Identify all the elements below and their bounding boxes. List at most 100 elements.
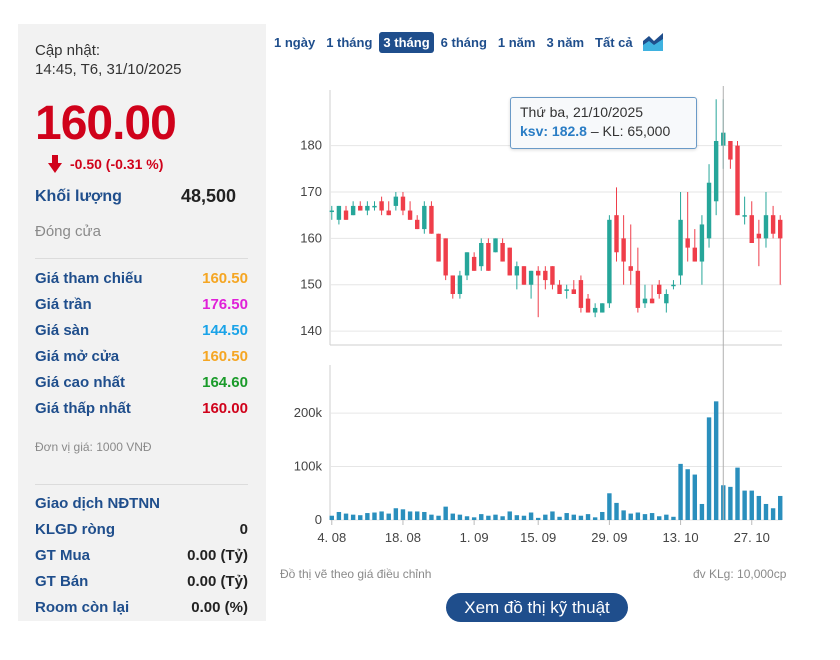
- candle-body: [450, 275, 455, 294]
- area-chart-icon[interactable]: [642, 33, 663, 51]
- volume-bar: [564, 513, 569, 520]
- arrow-down-icon: [48, 155, 62, 173]
- foreign-label: Room còn lại: [35, 598, 130, 616]
- stat-value: 160.50: [202, 269, 248, 287]
- x-tick-label: 15. 09: [520, 530, 556, 545]
- x-axis: 4. 08 18. 08 1. 09 15. 09 29. 09 13. 10 27. 10: [317, 520, 770, 545]
- volume-bars: [329, 401, 783, 520]
- candle-body: [350, 205, 356, 216]
- x-tick-label: 27. 10: [734, 530, 770, 545]
- stat-value: 160.50: [202, 347, 248, 365]
- volume-bar: [763, 503, 769, 520]
- volume-bar: [400, 509, 406, 520]
- x-tick-label: 13. 10: [662, 530, 698, 545]
- volume-bar: [471, 517, 477, 520]
- volume-bar: [514, 515, 520, 520]
- range-tabs: 1 ngày 1 tháng 3 tháng 6 tháng 1 năm 3 n…: [270, 30, 663, 54]
- x-tick-label: 29. 09: [591, 530, 627, 545]
- candle-body: [535, 270, 541, 276]
- volume-bar: [436, 515, 441, 520]
- volume-tick-label: 0: [315, 512, 322, 527]
- stat-value: 160.00: [202, 399, 248, 417]
- foreign-value: 0.00 (Tỷ): [187, 546, 248, 564]
- tab-1-day[interactable]: 1 ngày: [270, 32, 319, 53]
- last-price: 160.00: [35, 97, 177, 150]
- candle-body: [742, 215, 747, 217]
- price-axis: 140 150 160 170 180: [300, 138, 322, 338]
- volume-tick-label: 100k: [294, 459, 323, 474]
- tab-6-months[interactable]: 6 tháng: [437, 32, 491, 53]
- stat-label: Giá sàn: [35, 321, 90, 339]
- volume-bar: [336, 511, 342, 520]
- candle-body: [464, 252, 470, 276]
- candle-body: [763, 215, 769, 239]
- volume-bar: [464, 516, 470, 520]
- volume-bar: [592, 517, 598, 520]
- candle-body: [493, 238, 498, 253]
- volume-bar: [728, 486, 733, 520]
- volume-bar: [735, 467, 740, 520]
- volume-bar: [443, 506, 448, 520]
- candle-body: [642, 298, 648, 304]
- candle-body: [514, 266, 520, 276]
- volume-label: Khối lượng: [35, 188, 122, 205]
- foreign-row: GT Mua 0.00 (Tỷ): [35, 544, 248, 566]
- stat-value: 176.50: [202, 295, 248, 313]
- candle-body: [664, 294, 669, 304]
- foreign-value: 0: [239, 520, 248, 538]
- volume-bar: [429, 514, 434, 520]
- tab-1-year[interactable]: 1 năm: [494, 32, 540, 53]
- stat-label: Giá thấp nhất: [35, 399, 131, 417]
- updated-time: 14:45, T6, 31/10/2025: [35, 61, 182, 78]
- candle-body: [365, 205, 370, 211]
- volume-bar: [742, 490, 747, 520]
- volume-bar: [657, 516, 662, 520]
- volume-bar: [365, 513, 370, 520]
- candle-body: [735, 145, 740, 216]
- candle-body: [706, 182, 712, 239]
- volume-bar: [778, 495, 783, 520]
- candle-body: [692, 247, 698, 262]
- foreign-label: KLGD ròng: [35, 520, 115, 538]
- candle-body: [329, 210, 334, 213]
- candle-body: [756, 233, 762, 239]
- candle-body: [471, 256, 477, 271]
- candle-body: [486, 243, 491, 271]
- stat-value: 144.50: [202, 321, 248, 339]
- price-tick-label: 180: [300, 138, 322, 153]
- candle-body: [543, 270, 548, 281]
- volume-bar: [379, 511, 384, 520]
- volume-bar: [407, 511, 413, 520]
- tab-3-years[interactable]: 3 năm: [542, 32, 588, 53]
- tab-1-month[interactable]: 1 tháng: [322, 32, 376, 53]
- volume-bar: [578, 515, 584, 520]
- stat-row: Giá trần 176.50: [35, 293, 248, 315]
- volume-bar: [386, 513, 391, 520]
- candle-body: [678, 219, 683, 276]
- volume-value: 48,500: [180, 186, 236, 206]
- price-tick-label: 150: [300, 277, 322, 292]
- candle-body: [614, 215, 619, 253]
- tab-3-months[interactable]: 3 tháng: [379, 31, 434, 53]
- volume-bar: [699, 503, 705, 520]
- candle-body: [607, 219, 612, 304]
- candle-body: [343, 210, 349, 220]
- volume-bar: [678, 463, 683, 520]
- stat-label: Giá cao nhất: [35, 373, 126, 391]
- technical-chart-button[interactable]: Xem đồ thị kỹ thuật: [446, 593, 628, 622]
- divider: [35, 484, 248, 485]
- candle-body: [770, 215, 776, 234]
- volume-bar: [635, 512, 641, 520]
- volume-bar: [557, 516, 562, 520]
- volume-bar: [486, 515, 491, 520]
- candle-body: [507, 247, 512, 276]
- candle-body: [571, 289, 577, 294]
- volume-bar: [422, 511, 427, 520]
- quote-panel: Cập nhật: 14:45, T6, 31/10/2025 160.00 -…: [18, 24, 266, 621]
- unit-note: Đơn vị giá: 1000 VNĐ: [35, 440, 152, 454]
- price-tick-label: 170: [300, 184, 322, 199]
- candle-body: [379, 201, 384, 211]
- price-tick-label: 140: [300, 323, 322, 338]
- tab-all[interactable]: Tất cả: [591, 32, 637, 53]
- volume-bar: [543, 514, 548, 520]
